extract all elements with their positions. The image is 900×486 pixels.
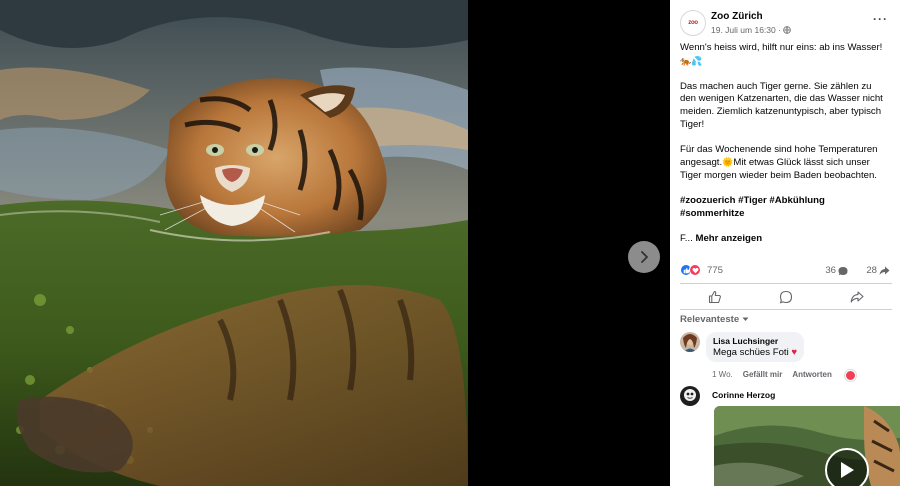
love-reaction-icon [689, 264, 701, 276]
tiger-photo[interactable] [0, 0, 468, 486]
more-options-icon[interactable]: ··· [873, 12, 888, 26]
comments-count-value: 36 [825, 265, 836, 276]
divider [680, 283, 892, 284]
post-timestamp[interactable]: 19. Juli um 16:30 · [711, 25, 781, 35]
post-panel: zoo Zoo Zürich 19. Juli um 16:30 · ··· W… [670, 0, 900, 486]
author-name[interactable]: Zoo Zürich [711, 11, 763, 22]
comments-count[interactable]: 36 [825, 265, 848, 276]
divider [680, 309, 892, 310]
share-icon [850, 291, 864, 303]
media-viewer [0, 0, 670, 486]
like-button[interactable] [680, 286, 751, 308]
sort-label: Relevanteste [680, 314, 740, 325]
post-header: zoo Zoo Zürich 19. Juli um 16:30 · ··· [670, 0, 900, 42]
post-text: Wenn's heiss wird, hilft nur eins: ab in… [670, 42, 900, 246]
comment-icon [779, 290, 793, 304]
shares-count[interactable]: 28 [866, 265, 890, 276]
facebook-photo-viewer: zoo Zoo Zürich 19. Juli um 16:30 · ··· W… [0, 0, 900, 486]
next-photo-button[interactable] [628, 241, 660, 273]
commenter-avatar[interactable] [680, 332, 700, 352]
reaction-count[interactable]: 775 [707, 265, 723, 276]
globe-icon [783, 26, 791, 34]
play-icon [841, 462, 854, 478]
post-paragraph-1: Wenn's heiss wird, hilft nur eins: ab in… [680, 42, 883, 53]
reactions-bar: 775 36 28 [680, 264, 890, 278]
share-button[interactable] [821, 286, 892, 308]
comment-like-button[interactable]: Gefällt mir [743, 370, 783, 379]
comment-sort-dropdown[interactable]: Relevanteste [680, 314, 749, 325]
thumbs-up-icon [709, 290, 722, 304]
author-avatar[interactable]: zoo [680, 10, 706, 36]
play-button[interactable] [825, 448, 869, 486]
comment-age[interactable]: 1 Wo. [712, 370, 733, 379]
zoo-logo: zoo [688, 20, 698, 26]
hashtags-line-1[interactable]: #zoozuerich #Tiger #Abkühlung [680, 195, 825, 206]
comment-reply-button[interactable]: Antworten [792, 370, 832, 379]
comment-actions: 1 Wo. Gefällt mir Antworten [712, 370, 832, 379]
comment-bubble: Lisa Luchsinger Mega schües Foti ♥ [706, 332, 805, 362]
commenter-avatar[interactable] [680, 386, 700, 406]
see-more-link[interactable]: Mehr anzeigen [695, 233, 762, 244]
comment-text-value: Mega schües Foti [713, 347, 789, 358]
truncated-text: F... [680, 232, 693, 244]
share-arrow-icon [879, 266, 890, 275]
hashtags-line-2[interactable]: #sommerhitze [680, 208, 745, 219]
commenter-name[interactable]: Lisa Luchsinger [713, 336, 797, 346]
post-meta: 19. Juli um 16:30 · [711, 25, 791, 35]
tiger-water-emoji: 🐅💦 [680, 55, 703, 66]
comment-button[interactable] [751, 286, 822, 308]
love-reaction-icon[interactable] [845, 370, 856, 381]
post-paragraph-2: Das machen auch Tiger gerne. Sie zählen … [680, 80, 883, 130]
comment-text: Mega schües Foti ♥ [713, 347, 797, 358]
reaction-icons[interactable] [680, 264, 701, 276]
post-actions [680, 286, 892, 308]
comment-video-thumbnail[interactable] [714, 406, 900, 486]
comment-item: Lisa Luchsinger Mega schües Foti ♥ 1 Wo.… [680, 332, 892, 382]
chevron-right-icon [641, 251, 648, 263]
commenter-name[interactable]: Corinne Herzog [712, 390, 775, 400]
sun-emoji: 🌞 [722, 157, 734, 168]
shares-count-value: 28 [866, 265, 877, 276]
caret-down-icon [742, 317, 749, 321]
comment-item: Corinne Herzog [680, 386, 900, 486]
comment-bubble-icon [838, 266, 848, 275]
red-heart-emoji: ♥ [791, 347, 798, 358]
